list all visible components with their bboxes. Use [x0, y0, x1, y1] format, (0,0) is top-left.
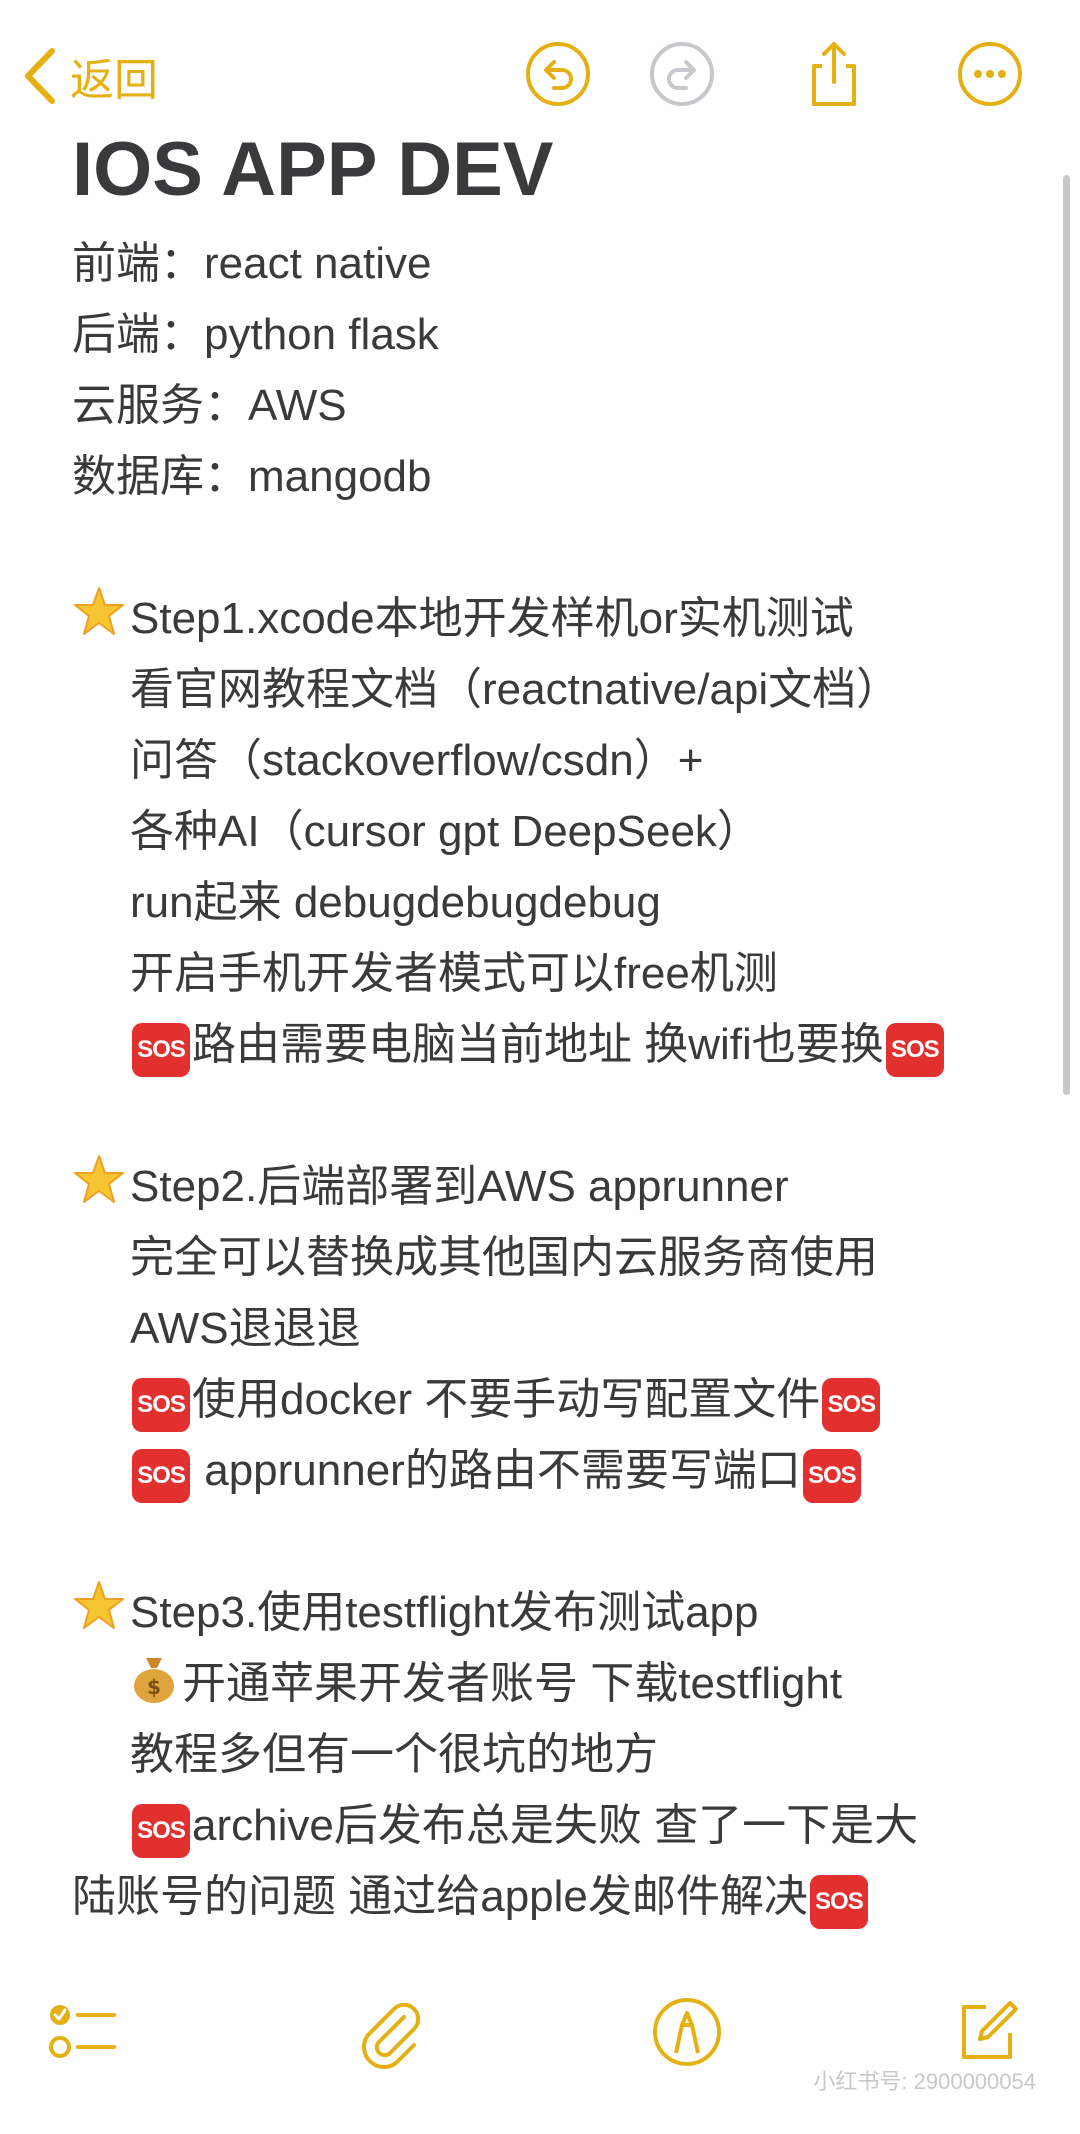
back-button[interactable]: 返回: [22, 44, 158, 108]
step1-heading: Step1.xcode本地开发样机or实机测试: [72, 583, 1022, 654]
chevron-left-icon: [25, 48, 55, 104]
compose-button[interactable]: [950, 1995, 1024, 2069]
step2-line: AWS退退退: [130, 1304, 361, 1353]
redo-button[interactable]: [648, 40, 716, 108]
note-body[interactable]: IOS APP DEV 前端：react native 后端：python fl…: [72, 120, 1022, 1932]
compose-icon: [962, 2001, 1018, 2059]
undo-icon: [526, 42, 590, 106]
glowing-star-emoji: [74, 1581, 124, 1629]
sos-emoji: SOS: [132, 1804, 190, 1858]
glowing-star-emoji: [74, 1155, 124, 1203]
share-button[interactable]: [800, 40, 868, 108]
back-label: 返回: [70, 56, 158, 105]
money-bag-emoji: $: [134, 1658, 174, 1703]
sos-emoji: SOS: [822, 1378, 881, 1432]
step3-warning-cont: 陆账号的问题 通过给apple发邮件解决 SOS: [72, 1861, 1022, 1932]
svg-text:$: $: [147, 1675, 161, 1699]
step3-account: $ 开通苹果开发者账号 下载testflight: [72, 1648, 1022, 1719]
redo-icon: [650, 42, 714, 106]
stack-frontend: 前端：react native: [72, 239, 432, 288]
step3-warning: SOS archive后发布总是失败 查了一下是大: [72, 1790, 1022, 1861]
step2-warning: SOS apprunner的路由不需要写端口 SOS: [72, 1435, 1022, 1506]
scrollbar[interactable]: [1063, 175, 1070, 1095]
sos-emoji: SOS: [809, 1875, 868, 1929]
sos-emoji: SOS: [132, 1449, 190, 1503]
share-icon: [812, 42, 856, 106]
undo-button[interactable]: [524, 40, 592, 108]
sos-emoji: SOS: [132, 1378, 190, 1432]
step1-line: 各种AI（cursor gpt DeepSeek）: [130, 807, 761, 856]
note-title: IOS APP DEV: [72, 127, 554, 212]
stack-cloud: 云服务：AWS: [72, 381, 347, 430]
sos-emoji: SOS: [132, 1023, 190, 1077]
step3-heading: Step3.使用testflight发布测试app: [72, 1577, 1022, 1648]
step3-line: 教程多但有一个很坑的地方: [130, 1730, 658, 1779]
sos-emoji: SOS: [802, 1449, 861, 1503]
stack-backend: 后端：python flask: [72, 310, 439, 359]
step1-line: 开启手机开发者模式可以free机测: [130, 949, 778, 998]
more-icon: [958, 42, 1022, 106]
step1-line: run起来 debugdebugdebug: [130, 878, 661, 927]
checklist-icon: [49, 2005, 116, 2058]
step2-heading: Step2.后端部署到AWS apprunner: [72, 1151, 1022, 1222]
markup-button[interactable]: [650, 1995, 724, 2069]
stack-database: 数据库：mangodb: [72, 452, 432, 501]
step2-warning: SOS 使用docker 不要手动写配置文件 SOS: [72, 1364, 1022, 1435]
more-button[interactable]: [956, 40, 1024, 108]
watermark: 小红书号: 2900000054: [813, 2069, 1036, 2094]
step1-line: 问答（stackoverflow/csdn）+: [130, 736, 704, 785]
markup-pen-icon: [653, 1998, 721, 2066]
paperclip-icon: [362, 2002, 421, 2069]
checklist-button[interactable]: [46, 1995, 120, 2069]
attach-button[interactable]: [352, 1995, 426, 2069]
glowing-star-emoji: [74, 587, 124, 635]
sos-emoji: SOS: [885, 1023, 944, 1077]
step1-warning: SOS 路由需要电脑当前地址 换wifi也要换 SOS: [72, 1009, 1022, 1080]
step2-line: 完全可以替换成其他国内云服务商使用: [130, 1233, 878, 1282]
step1-line: 看官网教程文档（reactnative/api文档）: [130, 665, 901, 714]
